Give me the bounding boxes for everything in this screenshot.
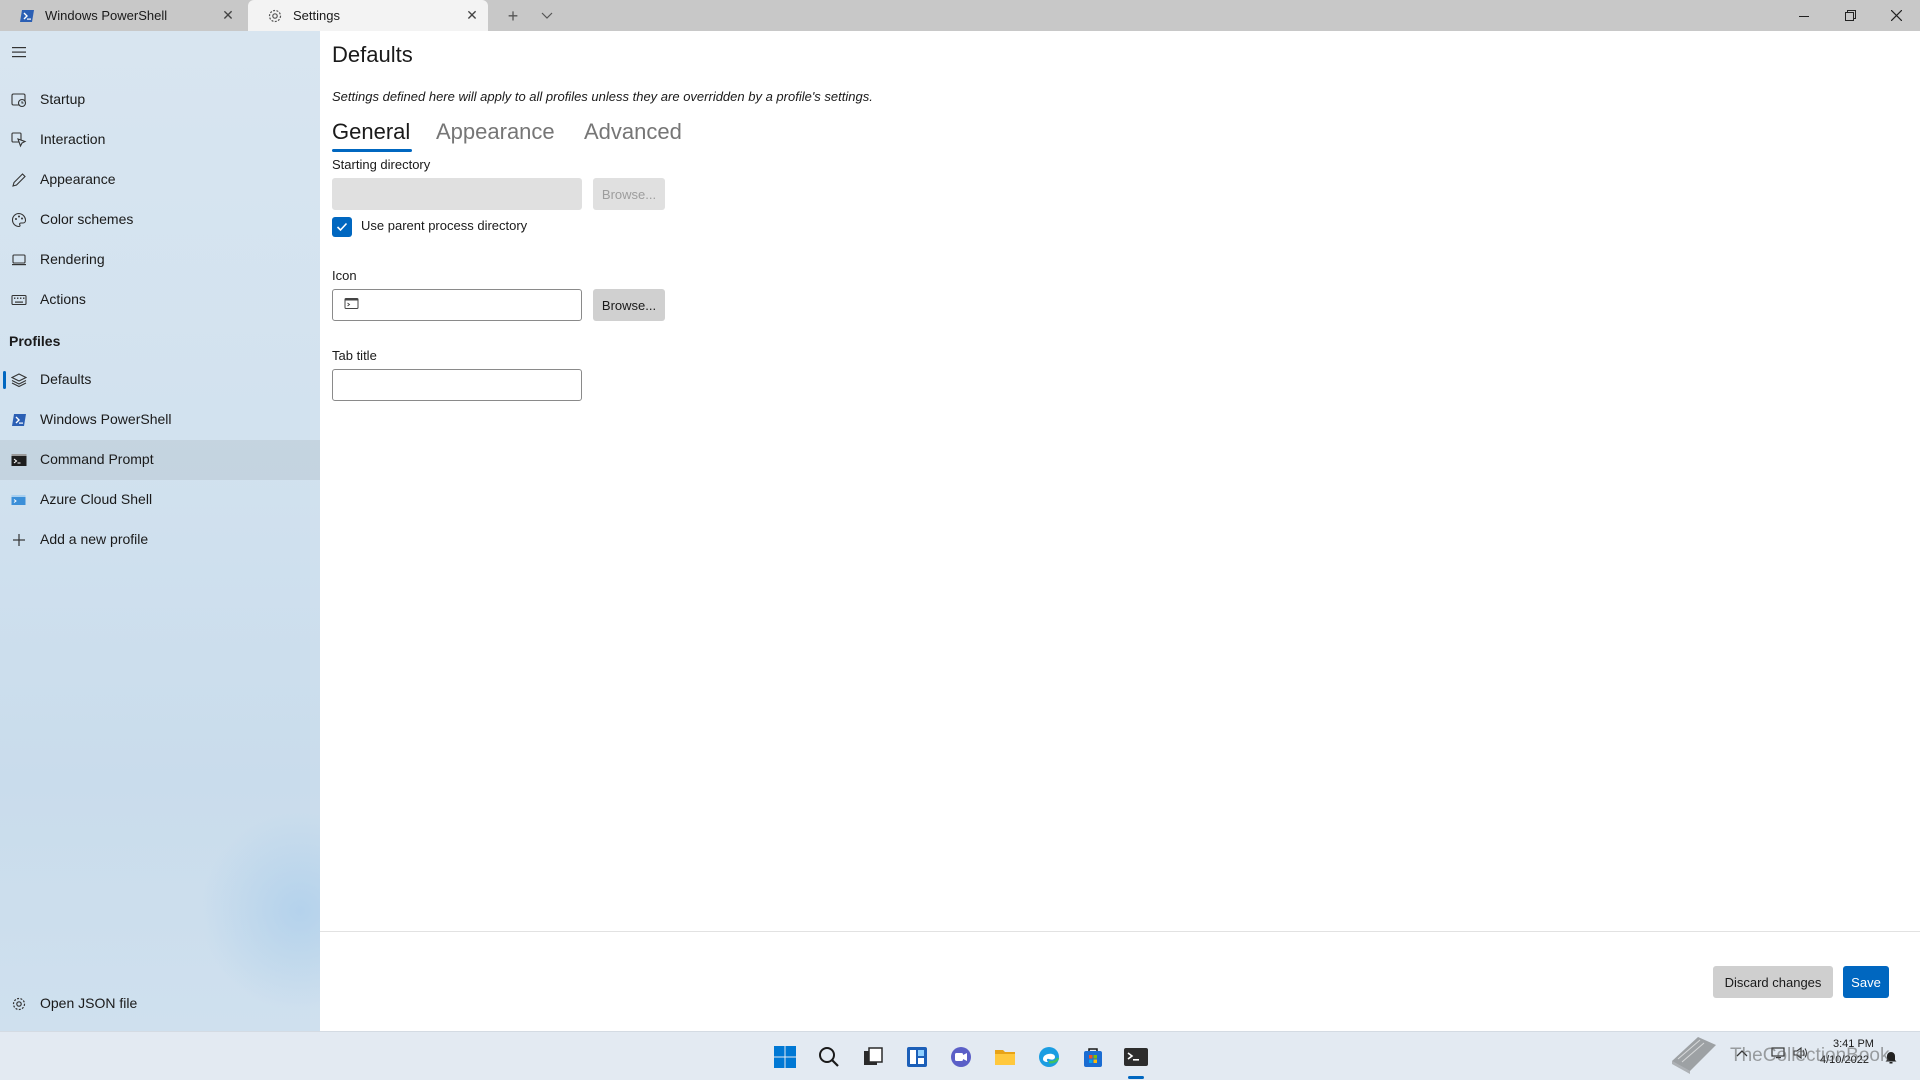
active-app-indicator	[1128, 1076, 1144, 1079]
chat-icon[interactable]	[948, 1044, 974, 1070]
new-tab-button[interactable]: +	[502, 5, 524, 27]
sidebar-item-interaction[interactable]: Interaction	[0, 120, 320, 160]
cmd-icon	[344, 297, 360, 311]
icon-input[interactable]	[332, 289, 582, 321]
taskbar: 3:41 PM 4/10/2022	[0, 1031, 1920, 1080]
keyboard-icon	[11, 292, 27, 308]
terminal-icon[interactable]	[1123, 1044, 1149, 1070]
sidebar-item-label: Color schemes	[40, 211, 134, 227]
sidebar-item-startup[interactable]: Startup	[0, 80, 320, 120]
starting-directory-input	[332, 178, 582, 210]
task-view-icon[interactable]	[860, 1044, 886, 1070]
book-logo-icon	[1668, 1031, 1720, 1080]
starting-directory-field	[333, 179, 581, 209]
main-content: Defaults Settings defined here will appl…	[320, 31, 1920, 1031]
sidebar: Startup Interaction Appearance Color sch…	[0, 31, 400, 1031]
icon-label: Icon	[332, 268, 357, 283]
sidebar-item-label: Interaction	[40, 131, 106, 147]
gear-icon	[267, 8, 283, 24]
sidebar-item-label: Add a new profile	[40, 531, 149, 547]
pen-icon	[11, 172, 27, 188]
icon-browse-button[interactable]: Browse...	[593, 289, 665, 321]
search-icon[interactable]	[816, 1044, 842, 1070]
sidebar-item-azure-cloud-shell[interactable]: Azure Cloud Shell	[0, 480, 320, 520]
file-explorer-icon[interactable]	[992, 1044, 1018, 1070]
tab-general[interactable]: General	[332, 119, 410, 145]
sidebar-item-label: Open JSON file	[40, 995, 138, 1011]
tab-title-field[interactable]	[333, 370, 581, 400]
starting-directory-label: Starting directory	[332, 157, 431, 172]
chevron-down-icon[interactable]	[536, 5, 558, 27]
use-parent-checkbox[interactable]	[332, 217, 352, 237]
starting-directory-browse-button: Browse...	[593, 178, 665, 210]
sidebar-item-windows-powershell[interactable]: Windows PowerShell	[0, 400, 320, 440]
close-icon[interactable]: ✕	[464, 7, 480, 23]
page-description: Settings defined here will apply to all …	[332, 89, 873, 104]
sidebar-item-open-json-file[interactable]: Open JSON file	[0, 984, 320, 1024]
widgets-icon[interactable]	[904, 1044, 930, 1070]
monitor-icon	[11, 252, 27, 268]
tab-windows-powershell[interactable]: Windows PowerShell ✕	[0, 0, 244, 31]
tab-label: Windows PowerShell	[45, 8, 168, 23]
powershell-icon	[11, 412, 27, 428]
sidebar-item-command-prompt[interactable]: Command Prompt	[0, 440, 320, 480]
layers-icon	[11, 372, 27, 388]
sidebar-item-label: Defaults	[40, 371, 92, 387]
discard-changes-button[interactable]: Discard changes	[1713, 966, 1833, 998]
watermark-text: TheCollectionBook	[1730, 1044, 1890, 1066]
sidebar-item-rendering[interactable]: Rendering	[0, 240, 320, 280]
sidebar-item-label: Command Prompt	[40, 451, 154, 467]
plus-icon	[11, 532, 27, 548]
sidebar-item-add-new-profile[interactable]: Add a new profile	[0, 520, 320, 560]
sidebar-item-appearance[interactable]: Appearance	[0, 160, 320, 200]
store-icon[interactable]	[1080, 1044, 1106, 1070]
hamburger-menu-icon[interactable]	[9, 42, 29, 62]
edge-icon[interactable]	[1036, 1044, 1062, 1070]
sidebar-item-label: Azure Cloud Shell	[40, 491, 153, 507]
tab-label: Settings	[293, 8, 340, 23]
cmd-icon	[11, 452, 27, 468]
tab-settings[interactable]: Settings ✕	[248, 0, 488, 31]
sidebar-item-actions[interactable]: Actions	[0, 280, 320, 320]
profiles-section-header: Profiles	[9, 333, 61, 349]
close-window-button[interactable]	[1873, 0, 1919, 31]
selected-tab-indicator	[332, 149, 412, 152]
azure-icon	[11, 492, 27, 508]
tab-title-label: Tab title	[332, 348, 377, 363]
page-title: Defaults	[332, 42, 413, 67]
sidebar-item-label: Rendering	[40, 251, 105, 267]
sidebar-item-label: Actions	[40, 291, 86, 307]
minimize-button[interactable]	[1781, 0, 1827, 31]
icon-field[interactable]	[333, 290, 581, 320]
tab-advanced[interactable]: Advanced	[584, 119, 682, 145]
use-parent-label: Use parent process directory	[361, 218, 528, 233]
watermark: TheCollectionBook	[1668, 1031, 1898, 1080]
powershell-icon	[19, 8, 35, 24]
sidebar-item-label: Appearance	[40, 171, 116, 187]
footer-divider	[320, 931, 1920, 932]
sidebar-item-color-schemes[interactable]: Color schemes	[0, 200, 320, 240]
sidebar-item-label: Windows PowerShell	[40, 411, 172, 427]
palette-icon	[11, 212, 27, 228]
sidebar-item-label: Startup	[40, 91, 86, 107]
tab-appearance[interactable]: Appearance	[436, 119, 555, 145]
close-icon[interactable]: ✕	[220, 7, 236, 23]
start-icon[interactable]	[772, 1044, 798, 1070]
title-bar: Windows PowerShell ✕ Settings ✕ +	[0, 0, 1920, 31]
save-button[interactable]: Save	[1843, 966, 1889, 998]
restore-button[interactable]	[1827, 0, 1873, 31]
gear-icon	[11, 996, 27, 1012]
startup-icon	[11, 92, 27, 108]
interaction-icon	[11, 132, 27, 148]
tab-title-input[interactable]	[332, 369, 582, 401]
sidebar-item-defaults[interactable]: Defaults	[0, 360, 320, 400]
checkmark-icon	[336, 222, 348, 232]
